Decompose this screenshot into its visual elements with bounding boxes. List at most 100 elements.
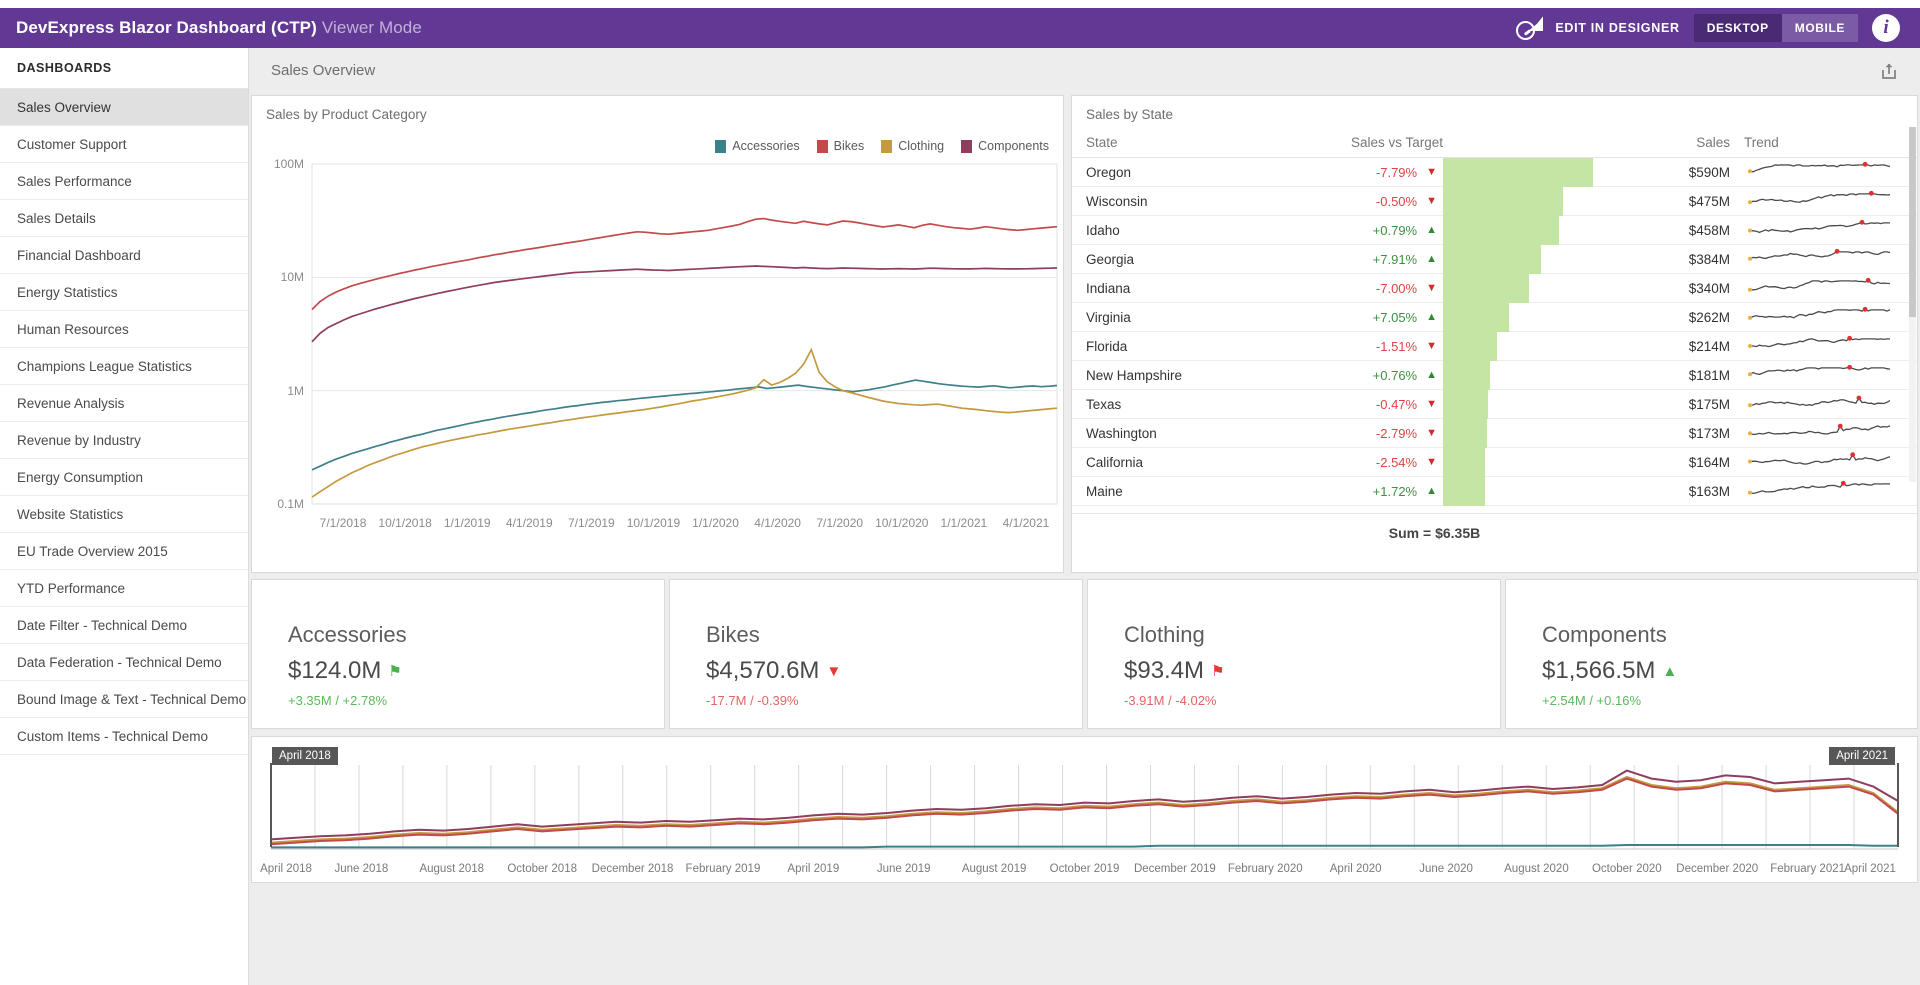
sales-vs-target-value: -2.54% — [1376, 455, 1417, 470]
sidebar-item-date-filter-technical-demo[interactable]: Date Filter - Technical Demo — [0, 607, 248, 644]
table-row[interactable]: Indiana-7.00%▼$340M — [1072, 274, 1917, 303]
sparkline-icon — [1744, 276, 1894, 298]
sparkline-icon — [1744, 189, 1894, 211]
range-tick-label: June 2019 — [877, 863, 931, 875]
column-header-trend[interactable]: Trend — [1738, 135, 1903, 150]
range-tick-label: December 2020 — [1676, 863, 1758, 875]
sales-by-state-panel: Sales by State State Sales vs Target Sal… — [1071, 95, 1918, 573]
range-tick-label: April 2019 — [787, 863, 839, 875]
cell-state: Maine — [1078, 484, 1268, 499]
export-icon[interactable] — [1878, 60, 1900, 82]
sidebar-item-bound-image-text-technical-demo[interactable]: Bound Image & Text - Technical Demo — [0, 681, 248, 718]
range-selector-panel[interactable]: April 2018 April 2021 April 2018June 201… — [251, 736, 1918, 883]
sidebar-item-revenue-analysis[interactable]: Revenue Analysis — [0, 385, 248, 422]
table-row[interactable]: Georgia+7.91%▲$384M — [1072, 245, 1917, 274]
sidebar-item-data-federation-technical-demo[interactable]: Data Federation - Technical Demo — [0, 644, 248, 681]
mobile-toggle-button[interactable]: MOBILE — [1782, 14, 1858, 42]
x-axis-tick-label: 10/1/2018 — [378, 516, 431, 530]
table-row[interactable]: New Hampshire+0.76%▲$181M — [1072, 361, 1917, 390]
table-row[interactable]: Maine+1.72%▲$163M — [1072, 477, 1917, 506]
legend-item-clothing[interactable]: Clothing — [881, 139, 944, 153]
cell-sales-bar — [1443, 419, 1593, 448]
table-row[interactable]: Idaho+0.79%▲$458M — [1072, 216, 1917, 245]
cell-sales: $163M — [1593, 484, 1738, 499]
sidebar-item-sales-details[interactable]: Sales Details — [0, 200, 248, 237]
range-handle-end[interactable] — [1897, 763, 1899, 847]
range-selector-area[interactable]: April 2018 April 2021 April 2018June 201… — [252, 737, 1917, 882]
legend-item-components[interactable]: Components — [961, 139, 1049, 153]
grid-scrollbar-thumb[interactable] — [1909, 127, 1916, 317]
series-line-accessories — [312, 380, 1057, 470]
kpi-value-row: $4,570.6M▼ — [706, 657, 1082, 685]
sales-bar-fill — [1443, 187, 1563, 216]
x-axis-tick-label: 1/1/2019 — [444, 516, 491, 530]
sidebar-item-custom-items-technical-demo[interactable]: Custom Items - Technical Demo — [0, 718, 248, 755]
range-handle-start[interactable] — [270, 763, 272, 847]
sidebar-item-energy-statistics[interactable]: Energy Statistics — [0, 274, 248, 311]
cell-sales-vs-target: +7.05%▲ — [1268, 310, 1443, 325]
sidebar-item-human-resources[interactable]: Human Resources — [0, 311, 248, 348]
desktop-toggle-button[interactable]: DESKTOP — [1694, 14, 1782, 42]
sidebar-item-label: Data Federation - Technical Demo — [17, 655, 222, 670]
cell-sales: $340M — [1593, 281, 1738, 296]
legend-item-bikes[interactable]: Bikes — [817, 139, 865, 153]
sales-bar-fill — [1443, 448, 1485, 477]
kpi-card-components[interactable]: Components$1,566.5M▲+2.54M / +0.16% — [1505, 579, 1918, 729]
column-header-sales-vs-target[interactable]: Sales vs Target — [1268, 135, 1443, 150]
sidebar-item-energy-consumption[interactable]: Energy Consumption — [0, 459, 248, 496]
sidebar-item-eu-trade-overview-2015[interactable]: EU Trade Overview 2015 — [0, 533, 248, 570]
cell-sales: $173M — [1593, 426, 1738, 441]
column-header-state[interactable]: State — [1078, 135, 1268, 150]
legend-swatch-icon — [715, 140, 726, 153]
sidebar-item-sales-performance[interactable]: Sales Performance — [0, 163, 248, 200]
sidebar-item-label: YTD Performance — [17, 581, 125, 596]
sidebar-item-label: Energy Statistics — [17, 285, 118, 300]
table-row[interactable]: Texas-0.47%▼$175M — [1072, 390, 1917, 419]
sidebar-item-revenue-by-industry[interactable]: Revenue by Industry — [0, 422, 248, 459]
cell-trend — [1738, 392, 1903, 417]
cell-state: Oregon — [1078, 165, 1268, 180]
edit-in-designer-button[interactable]: EDIT IN DESIGNER — [1516, 16, 1679, 40]
legend-label: Accessories — [732, 139, 799, 153]
kpi-card-accessories[interactable]: Accessories$124.0M⚑+3.35M / +2.78% — [251, 579, 665, 729]
sidebar-item-sales-overview[interactable]: Sales Overview — [0, 89, 248, 126]
triangle-down-icon: ▼ — [1426, 282, 1437, 294]
table-row[interactable]: California-2.54%▼$164M — [1072, 448, 1917, 477]
cell-state: Texas — [1078, 397, 1268, 412]
range-tick-label: October 2019 — [1050, 863, 1120, 875]
sidebar-item-champions-league-statistics[interactable]: Champions League Statistics — [0, 348, 248, 385]
sidebar-item-customer-support[interactable]: Customer Support — [0, 126, 248, 163]
content-header: Sales Overview — [249, 48, 1920, 93]
legend-item-accessories[interactable]: Accessories — [715, 139, 799, 153]
cell-trend — [1738, 305, 1903, 330]
table-row[interactable]: Wisconsin-0.50%▼$475M — [1072, 187, 1917, 216]
cell-sales-bar — [1443, 361, 1593, 390]
sidebar-item-label: Human Resources — [17, 322, 129, 337]
range-tick-label: August 2020 — [1504, 863, 1569, 875]
triangle-up-icon: ▲ — [1426, 485, 1437, 497]
cell-sales: $214M — [1593, 339, 1738, 354]
grid-scrollbar[interactable] — [1909, 127, 1916, 482]
sales-vs-target-value: +0.76% — [1373, 368, 1417, 383]
cell-sales-vs-target: -1.51%▼ — [1268, 339, 1443, 354]
sidebar-item-financial-dashboard[interactable]: Financial Dashboard — [0, 237, 248, 274]
table-row[interactable]: Oregon-7.79%▼$590M — [1072, 158, 1917, 187]
kpi-title: Accessories — [288, 622, 664, 648]
grid-summary-row: Sum = $6.35B — [1072, 513, 1917, 551]
table-row[interactable]: Virginia+7.05%▲$262M — [1072, 303, 1917, 332]
line-chart-svg — [252, 156, 1065, 574]
range-tick-label: October 2018 — [507, 863, 577, 875]
kpi-card-bikes[interactable]: Bikes$4,570.6M▼-17.7M / -0.39% — [669, 579, 1083, 729]
triangle-up-icon: ▲ — [1662, 663, 1677, 680]
kpi-value-row: $124.0M⚑ — [288, 657, 664, 685]
sales-bar-fill — [1443, 303, 1509, 332]
sidebar-item-label: Bound Image & Text - Technical Demo — [17, 692, 246, 707]
table-row[interactable]: Washington-2.79%▼$173M — [1072, 419, 1917, 448]
sidebar-item-website-statistics[interactable]: Website Statistics — [0, 496, 248, 533]
kpi-card-clothing[interactable]: Clothing$93.4M⚑-3.91M / -4.02% — [1087, 579, 1501, 729]
table-row[interactable]: Florida-1.51%▼$214M — [1072, 332, 1917, 361]
info-icon[interactable]: i — [1872, 14, 1900, 42]
column-header-sales[interactable]: Sales — [1593, 135, 1738, 150]
sidebar-item-ytd-performance[interactable]: YTD Performance — [0, 570, 248, 607]
cell-trend — [1738, 189, 1903, 214]
